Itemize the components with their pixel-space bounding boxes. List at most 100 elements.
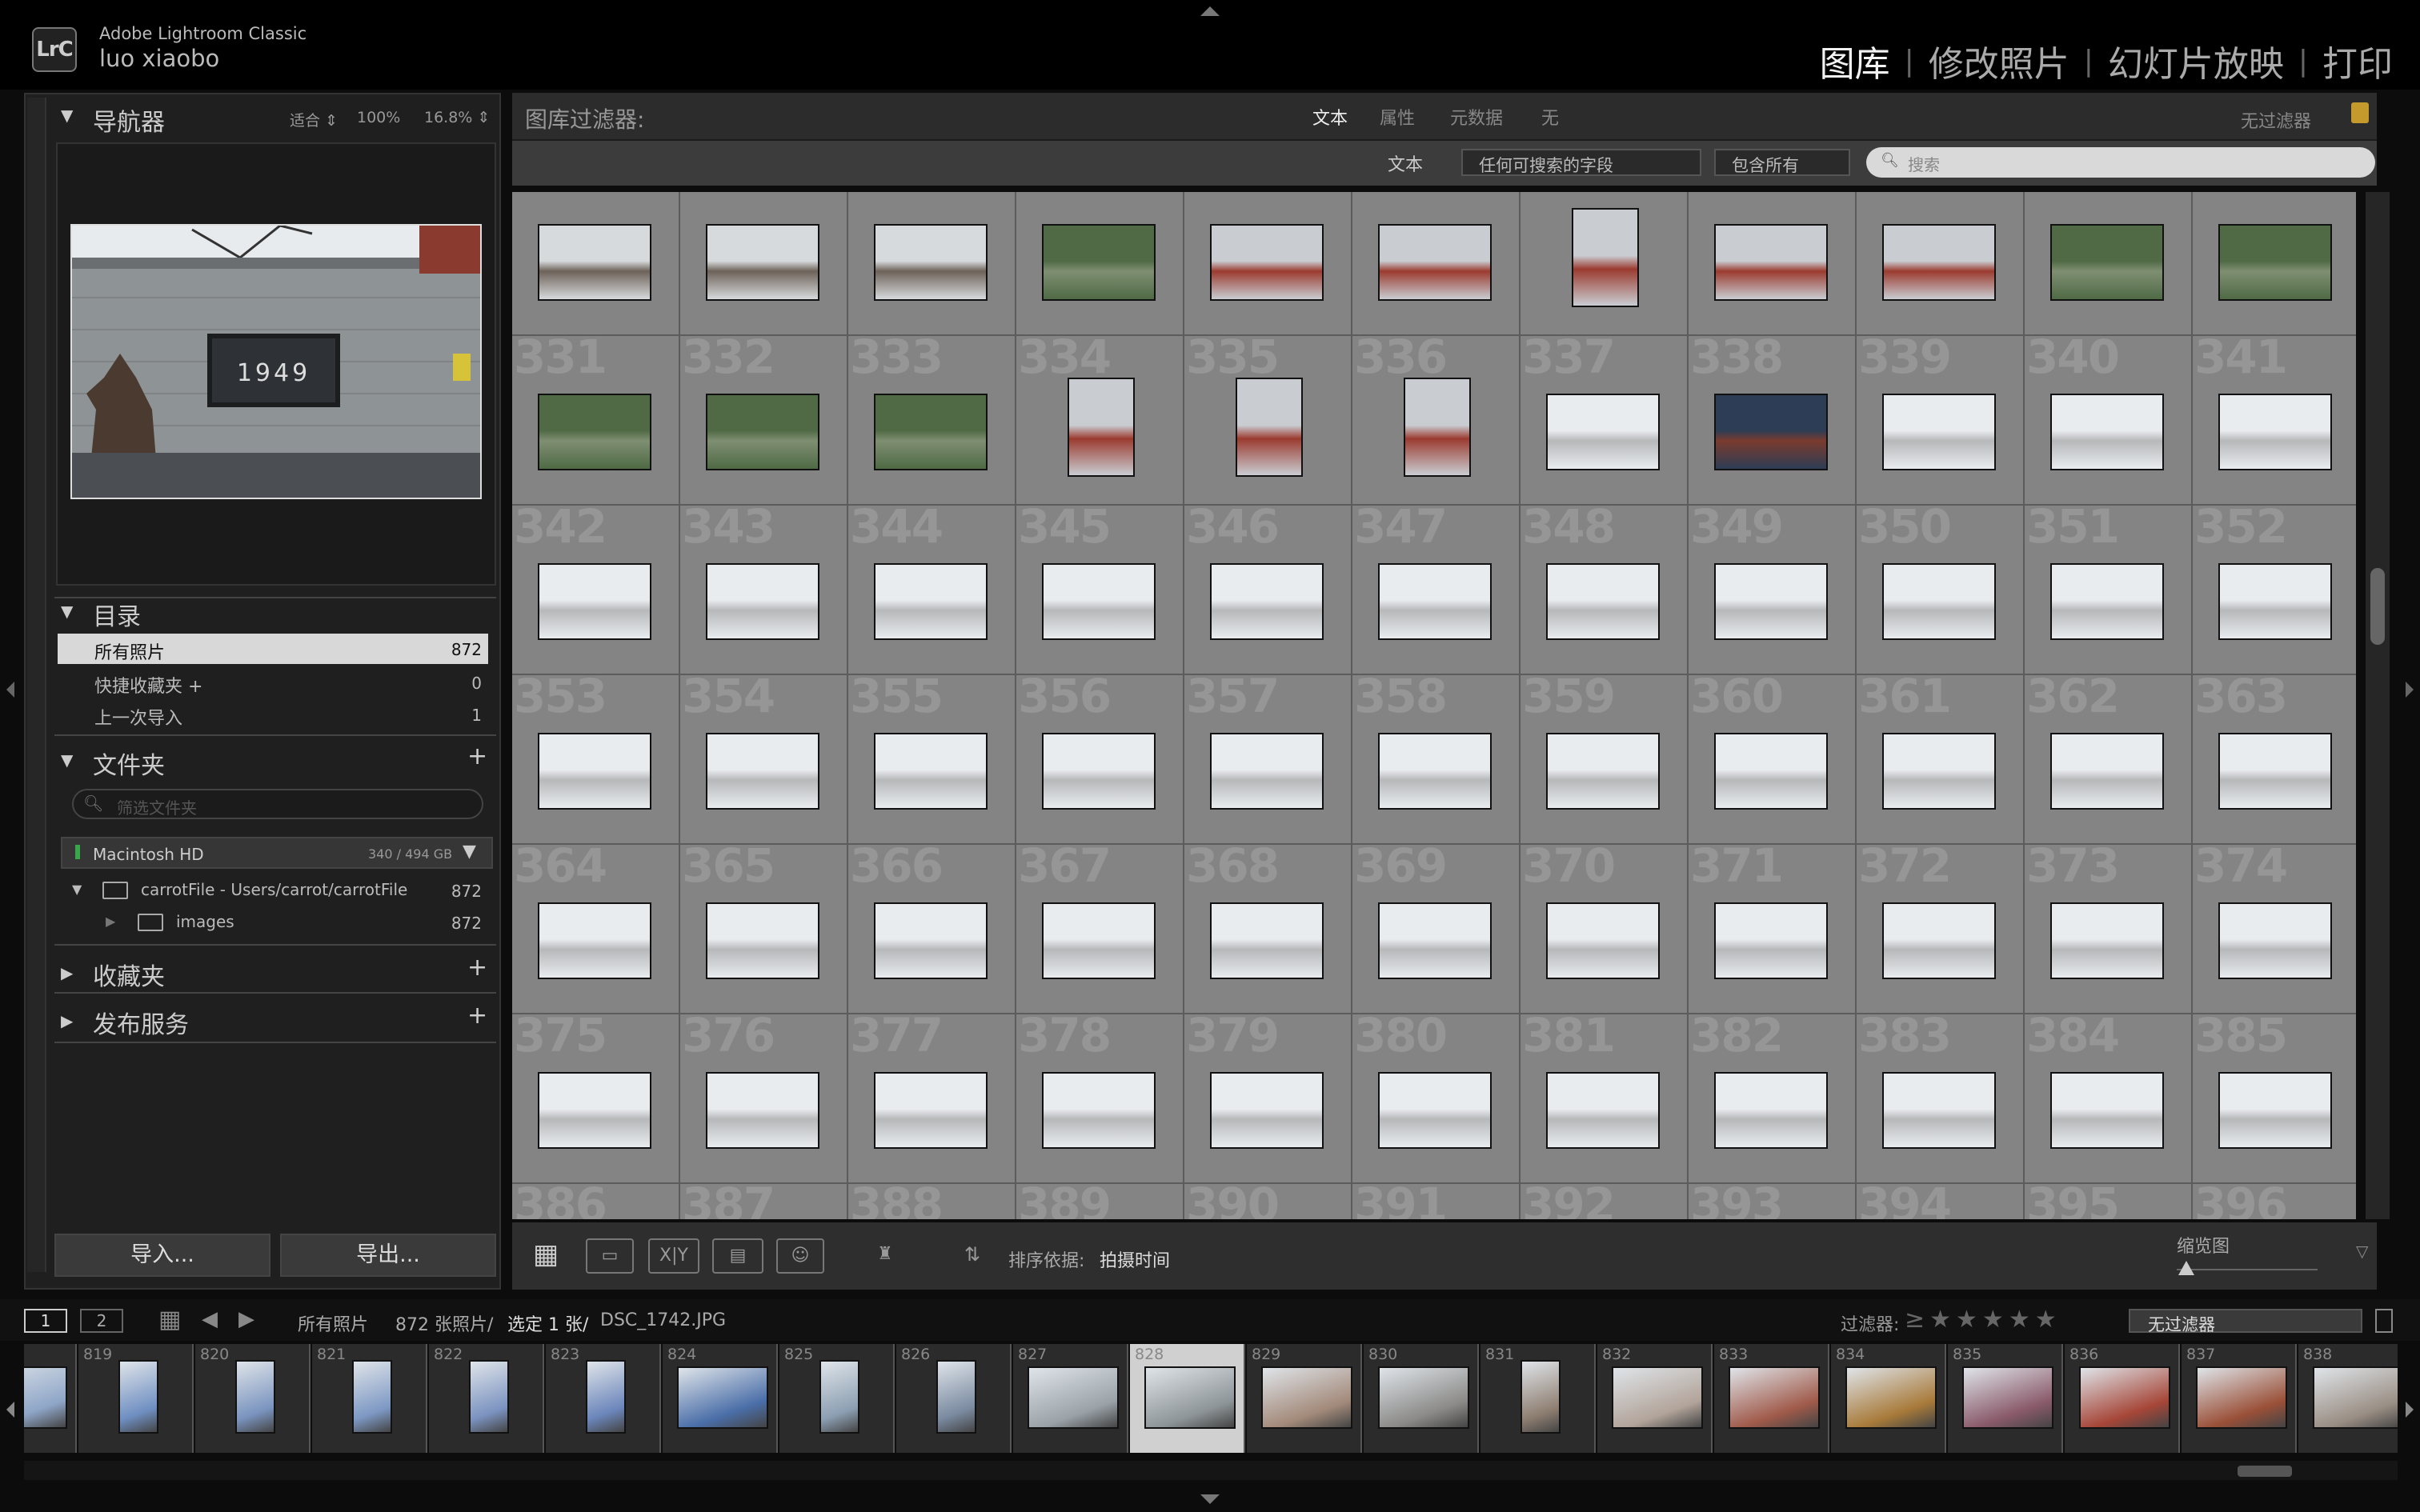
photo-thumbnail[interactable]: [1378, 1072, 1492, 1149]
grid-cell[interactable]: 385: [2193, 1014, 2356, 1184]
grid-cell[interactable]: 380: [1352, 1014, 1521, 1184]
filmstrip-thumbnail[interactable]: [469, 1360, 509, 1434]
photo-thumbnail[interactable]: [1546, 394, 1660, 470]
photo-thumbnail[interactable]: [1042, 563, 1156, 640]
thumbnail-size-slider-handle[interactable]: [2178, 1261, 2194, 1275]
grid-cell[interactable]: 363: [2193, 675, 2356, 845]
photo-thumbnail[interactable]: [538, 224, 651, 301]
folder-expand-icon[interactable]: ▼: [72, 882, 82, 897]
photo-thumbnail[interactable]: [874, 563, 988, 640]
filmstrip-thumbnail[interactable]: [352, 1360, 392, 1434]
filmstrip-thumbnail[interactable]: [586, 1360, 626, 1434]
grid-cell[interactable]: 389: [1016, 1184, 1184, 1219]
grid-cell[interactable]: 378: [1016, 1014, 1184, 1184]
collapse-right-arrow-icon[interactable]: [2406, 682, 2414, 698]
collapse-top-arrow-icon[interactable]: [1200, 6, 1220, 16]
photo-thumbnail[interactable]: [1714, 733, 1828, 810]
lock-icon[interactable]: [2351, 102, 2369, 123]
grid-cell[interactable]: 345: [1016, 506, 1184, 675]
filmstrip-scrollbar-thumb[interactable]: [2238, 1466, 2292, 1477]
grid-cell[interactable]: [1857, 192, 2025, 336]
folder-filter-input[interactable]: 筛选文件夹: [72, 789, 483, 819]
filmstrip-cell[interactable]: 821: [312, 1344, 427, 1453]
grid-cell[interactable]: [848, 192, 1016, 336]
grid-cell[interactable]: 366: [848, 845, 1016, 1014]
filmstrip-right-arrow-icon[interactable]: [2406, 1402, 2414, 1418]
photo-thumbnail[interactable]: [2218, 224, 2332, 301]
filmstrip-thumbnail[interactable]: [1845, 1366, 1937, 1429]
photo-thumbnail[interactable]: [1210, 1072, 1324, 1149]
photo-thumbnail[interactable]: [538, 563, 651, 640]
sort-direction-icon[interactable]: ⇅: [944, 1238, 1000, 1274]
module-library[interactable]: 图库: [1820, 35, 1890, 86]
photo-thumbnail[interactable]: [538, 733, 651, 810]
grid-cell[interactable]: 367: [1016, 845, 1184, 1014]
photo-thumbnail[interactable]: [1042, 1072, 1156, 1149]
photo-thumbnail[interactable]: [2218, 902, 2332, 979]
filmstrip-filename[interactable]: DSC_1742.JPG: [600, 1310, 726, 1330]
photo-thumbnail[interactable]: [1236, 378, 1303, 477]
collapse-bottom-arrow-icon[interactable]: [1200, 1494, 1220, 1504]
grid-cell[interactable]: 341: [2193, 336, 2356, 506]
filmstrip-cell[interactable]: 829: [1247, 1344, 1362, 1453]
search-rule-select[interactable]: 包含所有: [1714, 149, 1850, 176]
grid-view-icon[interactable]: ▦: [522, 1238, 570, 1274]
grid-cell[interactable]: [2025, 192, 2193, 336]
folder-expand-icon[interactable]: ▶: [106, 914, 115, 929]
grid-cell[interactable]: 336: [1352, 336, 1521, 506]
filter-tab-attribute[interactable]: 属性: [1380, 104, 1415, 130]
photo-thumbnail[interactable]: [874, 224, 988, 301]
grid-scrollbar-thumb[interactable]: [2370, 568, 2385, 645]
photo-thumbnail[interactable]: [2218, 733, 2332, 810]
grid-cell[interactable]: 371: [1689, 845, 1857, 1014]
photo-thumbnail[interactable]: [874, 902, 988, 979]
filmstrip-filter-select[interactable]: 无过滤器: [2129, 1309, 2362, 1334]
catalog-item-all-photos[interactable]: 所有照片 872: [58, 634, 488, 664]
filter-tab-metadata[interactable]: 元数据: [1450, 104, 1503, 130]
catalog-collapse-icon[interactable]: ▼: [61, 602, 73, 621]
filmstrip-thumbnail[interactable]: [1612, 1366, 1703, 1429]
filmstrip-cell[interactable]: 819: [78, 1344, 194, 1453]
grid-cell[interactable]: 379: [1184, 1014, 1352, 1184]
filmstrip-thumbnail[interactable]: [1521, 1360, 1561, 1434]
navigator-option-zoom[interactable]: 16.8% ⇕: [424, 109, 490, 126]
grid-cell[interactable]: 333: [848, 336, 1016, 506]
filmstrip-cell[interactable]: 838: [2298, 1344, 2398, 1453]
photo-thumbnail[interactable]: [706, 563, 819, 640]
filter-search-input[interactable]: 搜索: [1866, 147, 2375, 178]
navigator-option-fit[interactable]: 适合 ⇕: [290, 109, 338, 130]
grid-cell[interactable]: 369: [1352, 845, 1521, 1014]
photo-thumbnail[interactable]: [2050, 733, 2164, 810]
navigator-option-100[interactable]: 100%: [357, 109, 400, 126]
photo-thumbnail[interactable]: [706, 733, 819, 810]
filmstrip-cell[interactable]: 824: [663, 1344, 778, 1453]
navigator-collapse-icon[interactable]: ▼: [61, 106, 73, 125]
photo-thumbnail[interactable]: [2050, 224, 2164, 301]
grid-cell[interactable]: [1689, 192, 1857, 336]
grid-cell[interactable]: 387: [680, 1184, 848, 1219]
filmstrip-cell[interactable]: [24, 1344, 77, 1453]
filmstrip-cell[interactable]: 823: [546, 1344, 661, 1453]
photo-thumbnail[interactable]: [1042, 224, 1156, 301]
grid-cell[interactable]: [2193, 192, 2356, 336]
photo-thumbnail[interactable]: [706, 224, 819, 301]
filmstrip-cell[interactable]: 820: [195, 1344, 311, 1453]
module-print[interactable]: 打印: [2322, 35, 2393, 86]
filmstrip-cell[interactable]: 835: [1948, 1344, 2063, 1453]
photo-thumbnail[interactable]: [538, 394, 651, 470]
grid-cell[interactable]: 347: [1352, 506, 1521, 675]
grid-cell[interactable]: 396: [2193, 1184, 2356, 1219]
grid-cell[interactable]: 360: [1689, 675, 1857, 845]
photo-thumbnail[interactable]: [1882, 224, 1996, 301]
grid-cell[interactable]: [680, 192, 848, 336]
grid-cell[interactable]: 332: [680, 336, 848, 506]
photo-thumbnail[interactable]: [1546, 563, 1660, 640]
grid-cell[interactable]: 357: [1184, 675, 1352, 845]
grid-view-icon[interactable]: ▦: [158, 1306, 181, 1334]
module-slideshow[interactable]: 幻灯片放映: [2108, 35, 2284, 86]
photo-thumbnail[interactable]: [1210, 733, 1324, 810]
grid-cell[interactable]: 375: [512, 1014, 680, 1184]
photo-thumbnail[interactable]: [706, 902, 819, 979]
grid-scrollbar[interactable]: [2366, 192, 2390, 1219]
import-button[interactable]: 导入...: [54, 1234, 270, 1277]
